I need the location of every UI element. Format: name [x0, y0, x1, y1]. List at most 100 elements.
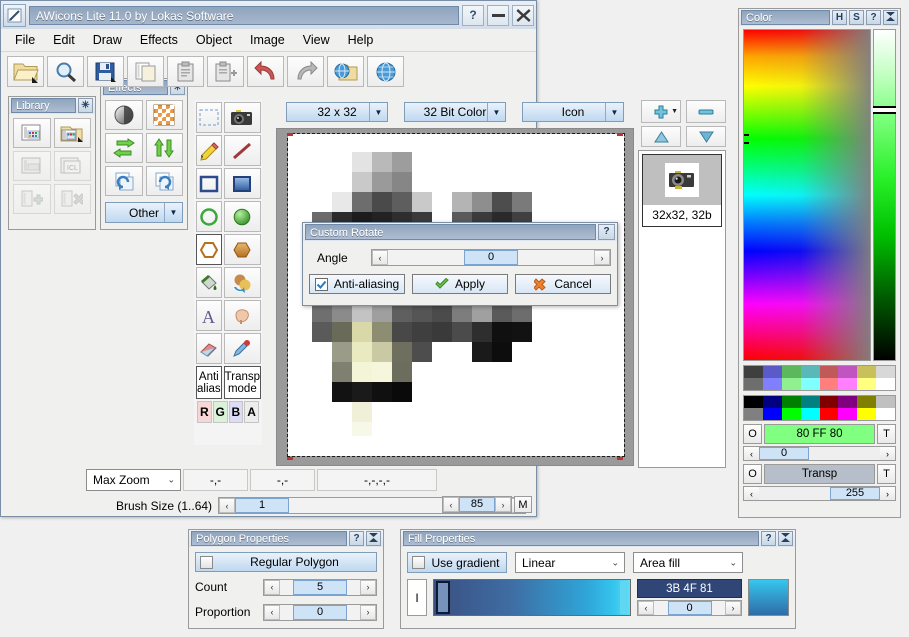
foreground-opaque-button[interactable]: O [743, 424, 762, 444]
rectangle-tool[interactable] [196, 168, 222, 199]
gradient-marker-button[interactable]: I [407, 579, 427, 616]
collapse-button[interactable] [883, 10, 898, 25]
format-dropdown[interactable]: Icon ▼ [522, 102, 624, 122]
color-swatch[interactable] [819, 378, 839, 390]
decrement-button[interactable]: ‹ [219, 498, 236, 513]
use-gradient-checkbox[interactable]: Use gradient [407, 552, 507, 573]
menu-help[interactable]: Help [340, 31, 382, 49]
paste-button[interactable] [167, 56, 204, 87]
background-alpha-value[interactable]: 255 [830, 487, 880, 500]
line-tool[interactable] [223, 135, 262, 166]
color-swatch[interactable] [876, 378, 895, 390]
contrast-effect-button[interactable] [105, 100, 143, 130]
saturation-mode-button[interactable]: S [849, 10, 864, 25]
opacity-slider[interactable]: ‹ 85 › [442, 496, 512, 513]
ellipse-tool[interactable] [196, 201, 222, 232]
background-transparent-button[interactable]: T [877, 464, 896, 484]
color-swatch[interactable] [781, 366, 801, 378]
pencil-tool[interactable] [196, 135, 222, 166]
remove-image-button[interactable] [686, 100, 726, 123]
color-swatch[interactable] [744, 366, 763, 378]
count-slider[interactable]: ‹ 5 › [263, 578, 377, 596]
gradient-position-value[interactable]: 0 [667, 601, 712, 615]
color-swatch[interactable] [838, 396, 858, 408]
rotate-right-button[interactable] [145, 166, 183, 196]
zoom-button[interactable] [47, 56, 84, 87]
menu-effects[interactable]: Effects [132, 31, 186, 49]
foreground-color-value[interactable]: 80 FF 80 [764, 424, 875, 444]
help-button[interactable]: ? [462, 4, 484, 26]
fill-mode-dropdown[interactable]: Area fill ⌄ [633, 552, 743, 573]
color-swatch[interactable] [762, 408, 782, 420]
menu-view[interactable]: View [295, 31, 338, 49]
hue-mode-button[interactable]: H [832, 10, 847, 25]
decrement-button[interactable]: ‹ [264, 604, 280, 620]
filled-polygon-tool[interactable] [223, 234, 262, 265]
fill-tool[interactable] [196, 267, 222, 298]
angle-increment-button[interactable]: › [594, 250, 610, 265]
increment-button[interactable]: › [880, 487, 895, 500]
foreground-transparent-button[interactable]: T [877, 424, 896, 444]
help-icon[interactable]: ? [598, 224, 615, 240]
save-button[interactable] [87, 56, 124, 87]
angle-decrement-button[interactable]: ‹ [372, 250, 388, 265]
gradient-bar[interactable] [433, 579, 631, 616]
color-swatch[interactable] [857, 366, 877, 378]
icon-list-item[interactable]: 32x32, 32b [642, 154, 722, 227]
web-button[interactable] [367, 56, 404, 87]
add-image-button[interactable]: ▼ [641, 100, 681, 123]
capture-tool[interactable] [223, 102, 262, 133]
select-tool[interactable] [196, 102, 222, 133]
color-swatch[interactable] [762, 396, 782, 408]
gradient-stop-start[interactable] [436, 581, 450, 614]
save-library-button[interactable] [13, 151, 51, 181]
help-button[interactable]: ? [866, 10, 881, 25]
color-swatch[interactable] [781, 378, 801, 390]
minimize-button[interactable] [487, 4, 509, 26]
color-swatch[interactable] [762, 378, 782, 390]
menu-object[interactable]: Object [188, 31, 240, 49]
new-library-button[interactable] [13, 118, 51, 148]
angle-value[interactable]: 0 [464, 250, 518, 265]
add-icon-button[interactable] [13, 184, 51, 214]
decrement-button[interactable]: ‹ [744, 487, 759, 500]
decrement-button[interactable]: ‹ [264, 579, 280, 595]
replace-color-tool[interactable] [223, 267, 262, 298]
decrement-button[interactable]: ‹ [638, 601, 654, 615]
color-swatch[interactable] [800, 378, 820, 390]
delete-icon-button[interactable] [53, 184, 91, 214]
regular-polygon-checkbox[interactable]: Regular Polygon [195, 552, 377, 572]
brightness-marker[interactable] [873, 106, 896, 114]
move-up-button[interactable] [641, 126, 681, 147]
flip-vertical-button[interactable] [145, 133, 183, 163]
color-swatch[interactable] [744, 408, 763, 420]
move-down-button[interactable] [686, 126, 726, 147]
color-swatch[interactable] [838, 378, 858, 390]
color-swatch[interactable] [800, 366, 820, 378]
gradient-type-dropdown[interactable]: Linear ⌄ [515, 552, 625, 573]
open-file-button[interactable] [7, 56, 44, 87]
color-swatch[interactable] [876, 408, 895, 420]
color-swatch[interactable] [819, 408, 839, 420]
menu-image[interactable]: Image [242, 31, 293, 49]
opacity-value[interactable]: 85 [459, 497, 495, 512]
angle-slider[interactable]: ‹ 0 › [371, 249, 611, 266]
brightness-strip[interactable] [873, 29, 896, 361]
text-tool[interactable]: A [196, 300, 222, 331]
texture-effect-button[interactable] [145, 100, 183, 130]
palette-top[interactable] [743, 365, 896, 391]
background-opaque-button[interactable]: O [743, 464, 762, 484]
color-swatch[interactable] [762, 366, 782, 378]
decrement-button[interactable]: ‹ [744, 447, 759, 460]
depth-dropdown[interactable]: 32 Bit Color ▼ [404, 102, 506, 122]
undo-button[interactable] [247, 56, 284, 87]
color-swatch[interactable] [800, 408, 820, 420]
filled-rectangle-tool[interactable] [223, 168, 262, 199]
close-icon[interactable]: ✳ [78, 98, 93, 113]
increment-button[interactable]: › [880, 447, 895, 460]
color-swatch[interactable] [857, 378, 877, 390]
channel-r-button[interactable]: R [197, 401, 212, 423]
open-web-button[interactable] [327, 56, 364, 87]
foreground-alpha-slider[interactable]: ‹ 0 › [743, 446, 896, 461]
cancel-button[interactable]: Cancel [515, 274, 611, 294]
